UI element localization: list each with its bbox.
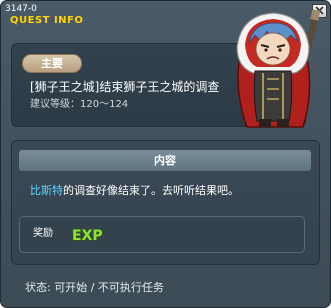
quest-description-text: 的调查好像结束了。去听听结果吧。	[63, 184, 239, 197]
reward-box: 奖励 EXP	[19, 216, 305, 253]
quest-title: [狮子王之城]结束狮子王之城的调查	[30, 80, 220, 94]
quest-id: 3147-0	[5, 4, 37, 14]
quest-info-window: 3147-0 QUEST INFO 主要 [狮子王之城]结束狮子王之城的调查 建…	[0, 0, 331, 308]
quest-details-panel: 内容 比斯特的调查好像结束了。去听听结果吧。 奖励 EXP	[11, 140, 320, 265]
npc-portrait	[236, 9, 321, 128]
section-header-content: 内容	[19, 150, 311, 171]
window-title: QUEST INFO	[10, 15, 84, 26]
reward-label: 奖励	[33, 228, 53, 239]
exp-icon-label: EXP	[72, 228, 103, 244]
exp-icon: EXP	[71, 227, 103, 244]
npc-name: 比斯特	[30, 184, 63, 197]
quest-type-badge: 主要	[22, 54, 82, 73]
quest-status: 状态: 可开始 / 不可执行任务	[25, 281, 164, 294]
recommended-level: 建议等级：120～124	[30, 99, 129, 110]
quest-description: 比斯特的调查好像结束了。去听听结果吧。	[30, 183, 239, 199]
